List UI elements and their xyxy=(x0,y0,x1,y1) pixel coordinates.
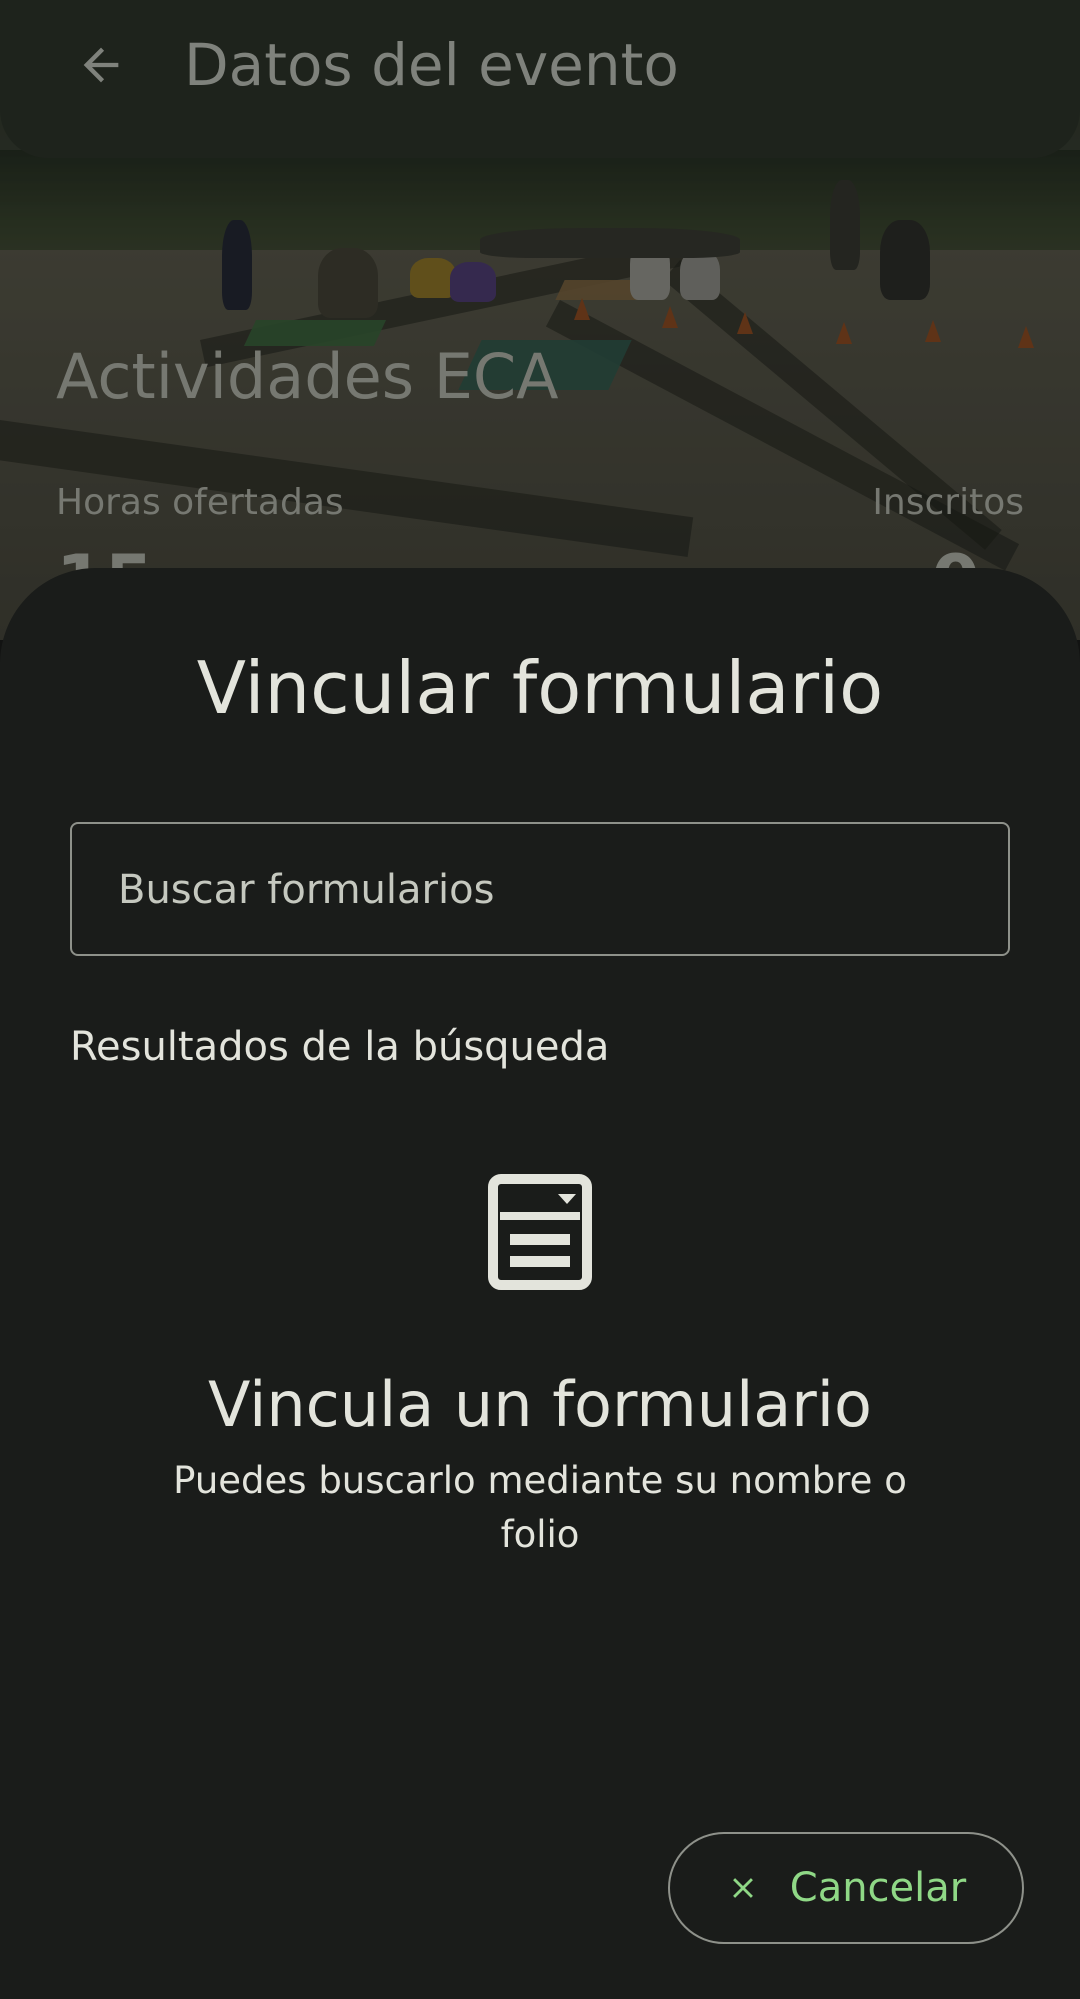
empty-state-title: Vincula un formulario xyxy=(208,1368,872,1441)
search-field[interactable] xyxy=(70,822,1010,956)
cancel-label: Cancelar xyxy=(789,1865,967,1911)
search-input[interactable] xyxy=(116,824,980,956)
form-icon xyxy=(488,1174,592,1290)
cancel-button[interactable]: Cancelar xyxy=(668,1832,1024,1944)
sheet-title: Vincular formulario xyxy=(196,646,884,730)
screen: Datos del evento Actividades ECA Horas o… xyxy=(0,0,1080,1999)
empty-state-subtitle: Puedes buscarlo mediante su nombre o fol… xyxy=(173,1459,907,1556)
results-label: Resultados de la búsqueda xyxy=(70,1024,610,1070)
close-icon xyxy=(732,1878,753,1898)
link-form-sheet: Vincular formulario Resultados de la bús… xyxy=(0,568,1080,1999)
